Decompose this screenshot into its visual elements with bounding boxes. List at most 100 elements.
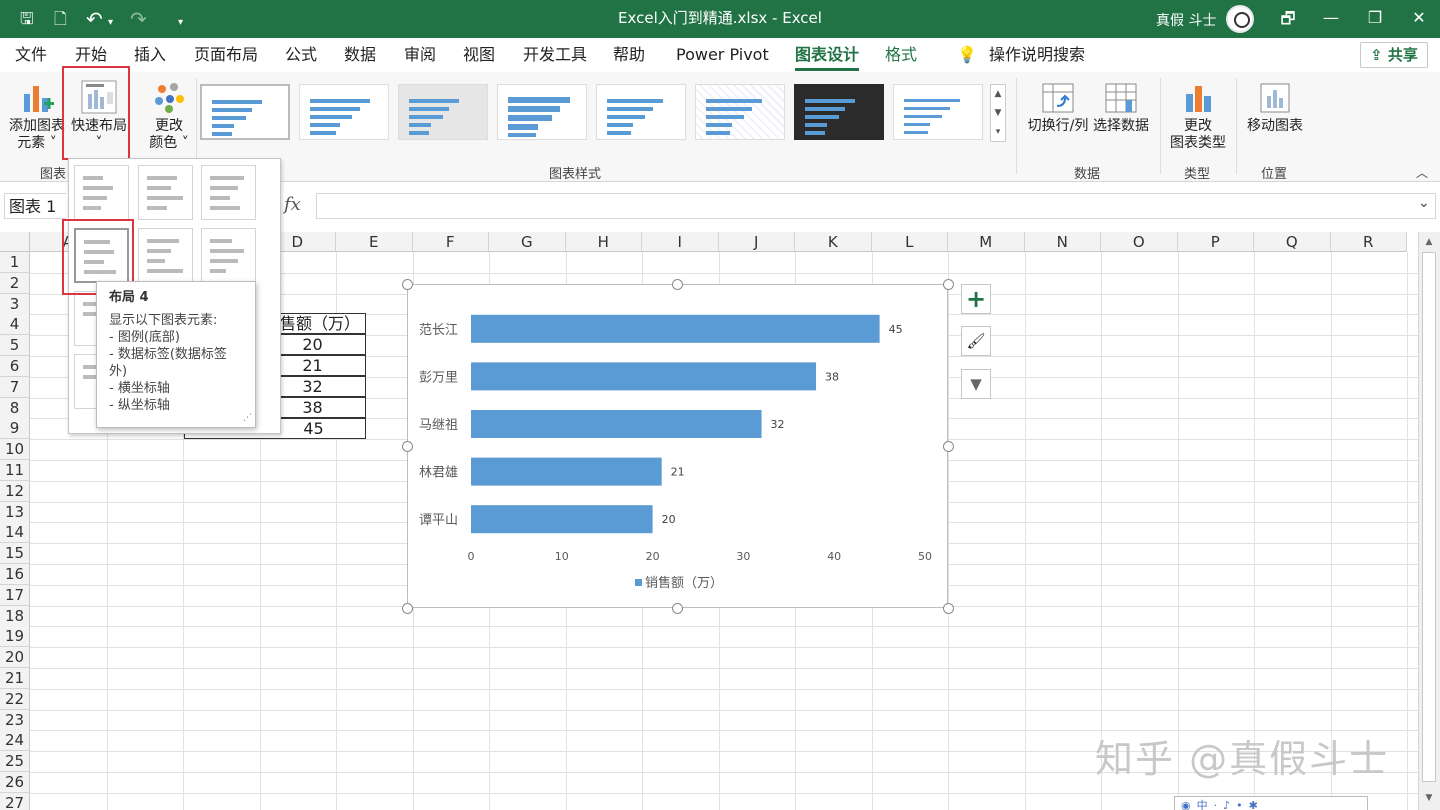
row-header-26[interactable]: 26 <box>0 772 30 793</box>
row-header-6[interactable]: 6 <box>0 356 30 377</box>
row-header-15[interactable]: 15 <box>0 543 30 565</box>
row-header-21[interactable]: 21 <box>0 668 30 689</box>
resize-handle[interactable] <box>943 441 954 452</box>
tab-file[interactable]: 文件 <box>15 45 47 65</box>
column-header-f[interactable]: F <box>412 232 489 252</box>
row-header-8[interactable]: 8 <box>0 397 30 419</box>
chart-filters-button[interactable]: ▼ <box>961 369 991 399</box>
layout-option-2[interactable] <box>138 165 193 220</box>
change-chart-type-button[interactable]: 更改 图表类型 <box>1166 82 1230 152</box>
row-header-13[interactable]: 13 <box>0 501 30 523</box>
row-header-1[interactable]: 1 <box>0 252 30 273</box>
restore-icon[interactable]: ❐ <box>1360 8 1390 27</box>
column-header-i[interactable]: I <box>642 232 719 252</box>
row-header-25[interactable]: 25 <box>0 751 30 773</box>
close-icon[interactable]: ✕ <box>1404 8 1434 27</box>
tab-page-layout[interactable]: 页面布局 <box>194 45 258 65</box>
row-header-10[interactable]: 10 <box>0 439 30 461</box>
row-header-24[interactable]: 24 <box>0 730 30 752</box>
chart-style-1[interactable] <box>200 84 290 140</box>
layout-option-6[interactable] <box>201 228 256 283</box>
gallery-up-icon[interactable]: ▲ <box>991 85 1005 104</box>
row-header-2[interactable]: 2 <box>0 272 30 294</box>
column-header-r[interactable]: R <box>1330 232 1407 252</box>
row-header-17[interactable]: 17 <box>0 584 30 606</box>
switch-row-column-button[interactable]: 切换行/列 <box>1026 82 1090 135</box>
row-header-9[interactable]: 9 <box>0 418 30 440</box>
avatar[interactable] <box>1226 5 1254 33</box>
chart-style-6[interactable] <box>695 84 785 140</box>
row-header-22[interactable]: 22 <box>0 688 30 710</box>
row-header-12[interactable]: 12 <box>0 480 30 502</box>
row-header-5[interactable]: 5 <box>0 335 30 357</box>
add-chart-element-button[interactable]: 添加图表 元素 ˅ <box>6 80 68 152</box>
resize-handle[interactable] <box>402 279 413 290</box>
chart-style-3[interactable] <box>398 84 488 140</box>
chart-style-2[interactable] <box>299 84 389 140</box>
ribbon-display-options-icon[interactable]: 🗗 <box>1273 8 1303 35</box>
chart-style-4[interactable] <box>497 84 587 140</box>
tell-me-search[interactable]: 操作说明搜索 <box>989 45 1085 65</box>
column-header-p[interactable]: P <box>1177 232 1254 252</box>
column-header-m[interactable]: M <box>948 232 1025 252</box>
scroll-down-icon[interactable]: ▼ <box>1421 790 1437 806</box>
chart-style-5[interactable] <box>596 84 686 140</box>
lightbulb-icon[interactable]: 💡 <box>957 45 977 65</box>
vertical-scrollbar[interactable]: ▲ ▼ <box>1418 232 1440 810</box>
tab-home[interactable]: 开始 <box>75 45 107 65</box>
chart-style-7[interactable] <box>794 84 884 140</box>
column-header-l[interactable]: L <box>871 232 948 252</box>
layout-option-5[interactable] <box>138 228 193 283</box>
minimize-icon[interactable]: — <box>1316 8 1346 27</box>
resize-handle[interactable] <box>402 603 413 614</box>
tab-power-pivot[interactable]: Power Pivot <box>676 45 769 65</box>
share-button[interactable]: ⇪ 共享 <box>1360 42 1428 68</box>
move-chart-button[interactable]: 移动图表 <box>1242 82 1308 135</box>
resize-handle[interactable] <box>943 603 954 614</box>
row-header-16[interactable]: 16 <box>0 564 30 585</box>
change-colors-button[interactable]: 更改 颜色 ˅ <box>140 80 198 152</box>
chart-area[interactable]: 范长江 45 彭万里 38 马继祖 32 林君雄 21 谭平山 20 0 10 20 30 40 50 销售额（… <box>407 284 948 608</box>
row-header-11[interactable]: 11 <box>0 460 30 481</box>
tab-chart-design[interactable]: 图表设计 <box>795 45 860 71</box>
gallery-down-icon[interactable]: ▼ <box>991 104 1005 123</box>
tab-insert[interactable]: 插入 <box>134 45 166 65</box>
scroll-thumb[interactable] <box>1422 252 1436 782</box>
column-header-j[interactable]: J <box>718 232 795 252</box>
scroll-up-icon[interactable]: ▲ <box>1421 234 1437 250</box>
layout-option-3[interactable] <box>201 165 256 220</box>
select-data-button[interactable]: 选择数据 <box>1092 82 1150 135</box>
column-header-e[interactable]: E <box>336 232 413 252</box>
column-header-q[interactable]: Q <box>1254 232 1331 252</box>
column-header-k[interactable]: K <box>795 232 872 252</box>
insert-function-icon[interactable]: fx <box>284 194 301 215</box>
resize-handle[interactable] <box>672 603 683 614</box>
layout-option-1[interactable] <box>74 165 129 220</box>
gallery-more-icon[interactable]: ▾ <box>991 123 1005 142</box>
collapse-ribbon-icon[interactable]: ︿ <box>1416 164 1428 181</box>
resize-handle[interactable] <box>672 279 683 290</box>
row-header-14[interactable]: 14 <box>0 522 30 544</box>
expand-formula-bar-icon[interactable]: ⌄ <box>1418 195 1430 211</box>
chart-elements-button[interactable]: + <box>961 284 991 314</box>
column-header-h[interactable]: H <box>565 232 642 252</box>
row-header-18[interactable]: 18 <box>0 605 30 627</box>
tab-formulas[interactable]: 公式 <box>285 45 317 65</box>
resize-handle[interactable] <box>943 279 954 290</box>
gallery-scroll[interactable]: ▲ ▼ ▾ <box>990 84 1006 142</box>
resize-handle[interactable] <box>402 441 413 452</box>
row-header-4[interactable]: 4 <box>0 314 30 336</box>
row-header-23[interactable]: 23 <box>0 709 30 731</box>
name-box[interactable]: 图表 1 <box>4 193 66 219</box>
tab-data[interactable]: 数据 <box>344 45 376 65</box>
tab-help[interactable]: 帮助 <box>613 45 645 65</box>
row-header-27[interactable]: 27 <box>0 792 30 810</box>
ime-toolbar[interactable]: ◉中·♪•✱ <box>1174 796 1368 810</box>
tab-review[interactable]: 审阅 <box>404 45 436 65</box>
tab-format[interactable]: 格式 <box>885 45 917 65</box>
row-header-20[interactable]: 20 <box>0 647 30 669</box>
row-header-7[interactable]: 7 <box>0 376 30 398</box>
chart-styles-button[interactable]: 🖌 <box>961 326 991 356</box>
tab-developer[interactable]: 开发工具 <box>523 45 587 65</box>
tab-view[interactable]: 视图 <box>463 45 495 65</box>
